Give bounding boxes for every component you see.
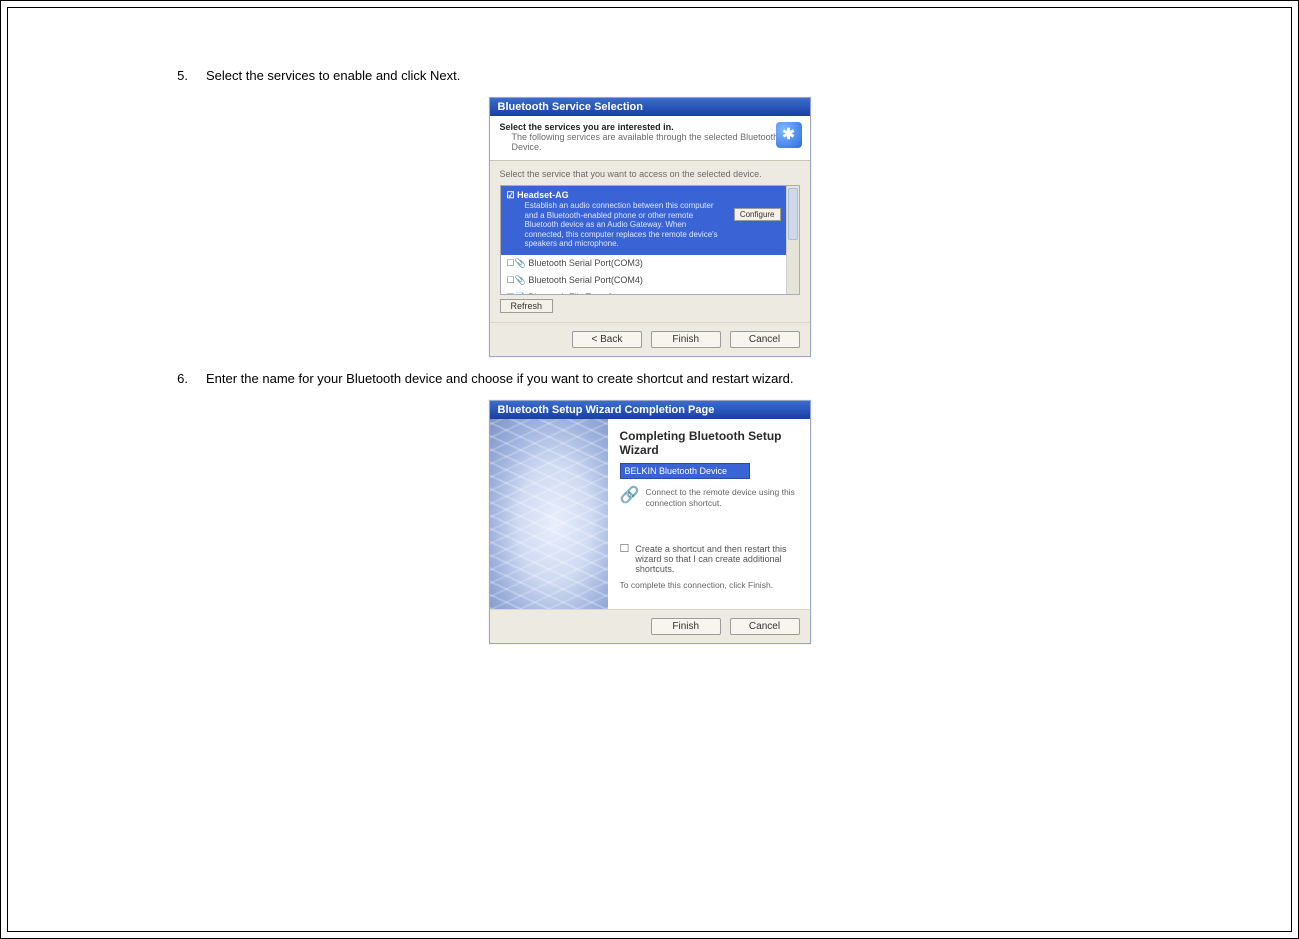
service-item[interactable]: 📎 Bluetooth Serial Port(COM3) <box>501 255 787 272</box>
completion-dialog: Bluetooth Setup Wizard Completion Page C… <box>489 400 811 644</box>
page-content: 5. Select the services to enable and cli… <box>7 7 1292 932</box>
step-5-number: 5. <box>148 68 206 83</box>
service-item[interactable]: 📎 Bluetooth Serial Port(COM4) <box>501 272 787 289</box>
restart-wizard-label: Create a shortcut and then restart this … <box>635 544 797 574</box>
service-item[interactable]: 📄 Bluetooth File Transfer <box>501 289 787 295</box>
dialog2-titlebar: Bluetooth Setup Wizard Completion Page <box>490 401 810 419</box>
connect-shortcut-text: Connect to the remote device using this … <box>646 487 798 508</box>
bluetooth-icon: ✱ <box>776 122 802 148</box>
dialog1-instruction: Select the service that you want to acce… <box>500 169 800 179</box>
dialog2-heading: Completing Bluetooth Setup Wizard <box>620 429 798 457</box>
dialog1-header-title: Select the services you are interested i… <box>500 122 800 132</box>
device-name-field[interactable]: BELKIN Bluetooth Device <box>620 463 750 479</box>
back-button[interactable]: < Back <box>572 331 642 348</box>
wizard-side-art <box>490 419 608 609</box>
step-5: 5. Select the services to enable and cli… <box>148 68 1151 357</box>
dialog1-header-sub: The following services are available thr… <box>500 132 800 152</box>
refresh-button[interactable]: Refresh <box>500 299 554 313</box>
service-item-label: Bluetooth File Transfer <box>528 292 619 295</box>
service-item-label: Bluetooth Serial Port(COM3) <box>528 258 643 268</box>
finish-instruction: To complete this connection, click Finis… <box>620 580 798 590</box>
finish-button[interactable]: Finish <box>651 331 721 348</box>
scrollbar-thumb[interactable] <box>788 188 798 240</box>
connection-icon: 🔗 <box>620 487 638 505</box>
service-list[interactable]: Headset-AG Establish an audio connection… <box>500 185 800 295</box>
finish-button[interactable]: Finish <box>651 618 721 635</box>
cancel-button[interactable]: Cancel <box>730 618 800 635</box>
configure-button[interactable]: Configure <box>734 208 781 221</box>
step-6: 6. Enter the name for your Bluetooth dev… <box>148 371 1151 644</box>
dialog1-header: Select the services you are interested i… <box>490 116 810 161</box>
dialog1-titlebar: Bluetooth Service Selection <box>490 98 810 116</box>
step-6-text: Enter the name for your Bluetooth device… <box>206 371 1151 386</box>
step-6-number: 6. <box>148 371 206 386</box>
cancel-button[interactable]: Cancel <box>730 331 800 348</box>
restart-wizard-checkbox[interactable]: ☐ <box>620 544 630 574</box>
service-selected-title: Headset-AG <box>507 190 781 201</box>
step-5-text: Select the services to enable and click … <box>206 68 1151 83</box>
service-list-scrollbar[interactable] <box>786 186 799 294</box>
service-selection-dialog: Bluetooth Service Selection Select the s… <box>489 97 811 357</box>
dialog2-button-bar: Finish Cancel <box>490 609 810 643</box>
dialog1-button-bar: < Back Finish Cancel <box>490 322 810 356</box>
service-item-label: Bluetooth Serial Port(COM4) <box>528 275 643 285</box>
service-item-selected[interactable]: Headset-AG Establish an audio connection… <box>501 186 787 255</box>
